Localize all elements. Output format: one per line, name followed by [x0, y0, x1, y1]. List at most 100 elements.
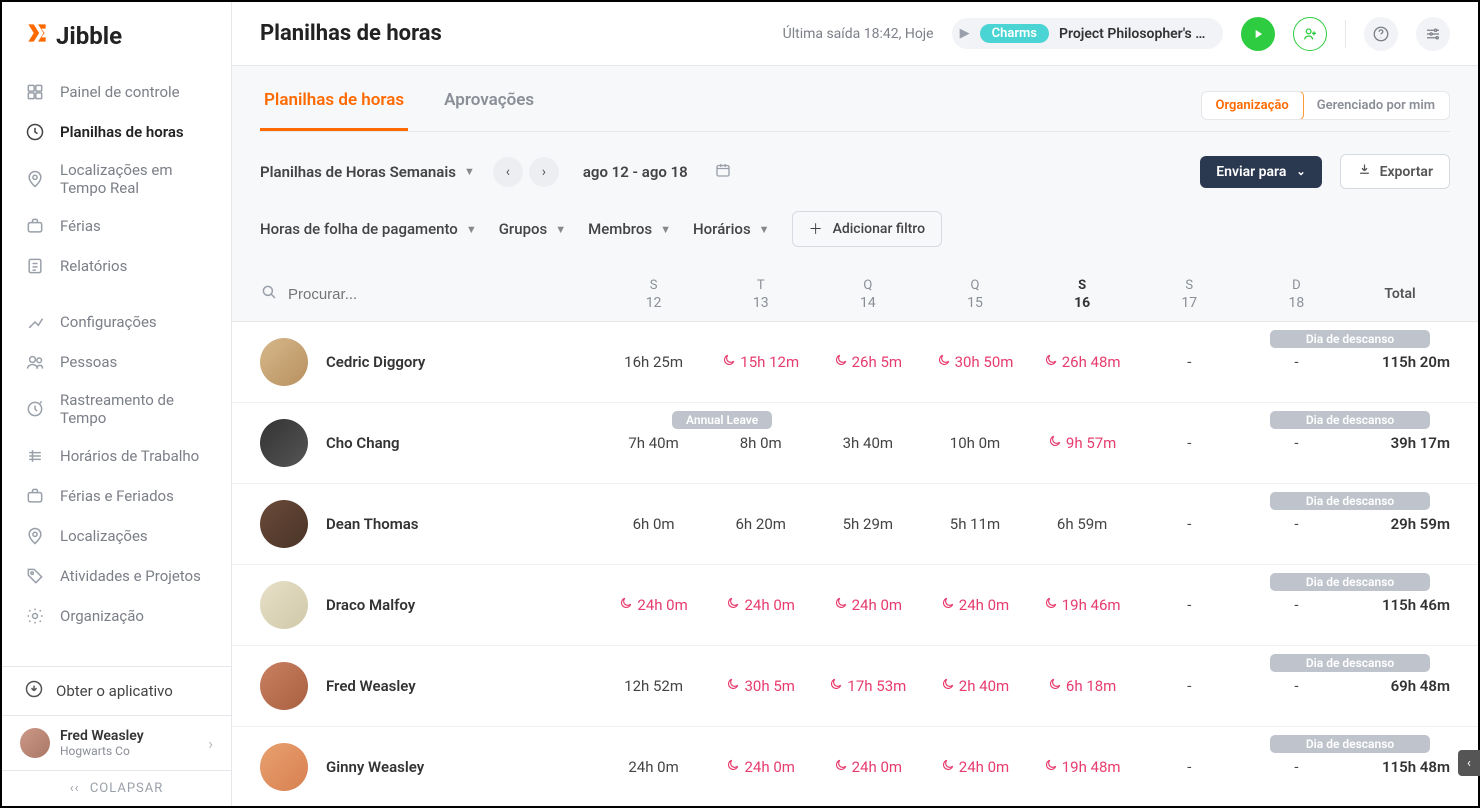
- hours-cell[interactable]: 24h 0m: [600, 596, 707, 614]
- person-cell: Draco Malfoy: [260, 581, 600, 629]
- hours-cell[interactable]: 2h 40m: [921, 677, 1028, 695]
- add-filter-button[interactable]: ＋ Adicionar filtro: [792, 211, 942, 247]
- hours-cell[interactable]: 12h 52m: [600, 677, 707, 695]
- project-selector[interactable]: ▶ Charms Project Philosopher's St...: [952, 18, 1223, 49]
- hours-cell[interactable]: 30h 5m: [707, 677, 814, 695]
- sidebar-item[interactable]: Férias e Feriados: [2, 476, 231, 516]
- day-column-header[interactable]: D18: [1243, 278, 1350, 311]
- tab-approvals[interactable]: Aprovações: [440, 80, 538, 131]
- help-button[interactable]: [1364, 17, 1398, 51]
- hours-cell[interactable]: 19h 48m: [1029, 758, 1136, 776]
- scope-toggle: Organização Gerenciado por mim: [1201, 91, 1450, 120]
- settings-button[interactable]: [1416, 17, 1450, 51]
- filter-payroll-hours[interactable]: Horas de folha de pagamento ▼: [260, 220, 477, 238]
- hours-cell[interactable]: 17h 53m: [814, 677, 921, 695]
- hours-cell[interactable]: 7h 40m: [600, 434, 707, 452]
- day-column-header[interactable]: S12: [600, 278, 707, 311]
- hours-cell[interactable]: -: [1243, 515, 1350, 533]
- get-app-button[interactable]: Obter o aplicativo: [2, 666, 231, 715]
- play-button[interactable]: [1241, 17, 1275, 51]
- filter-schedules[interactable]: Horários ▼: [693, 220, 770, 238]
- avatar: [20, 728, 50, 758]
- sidebar-item[interactable]: Relatórios: [2, 246, 231, 286]
- sidebar-item[interactable]: Pessoas: [2, 342, 231, 382]
- hours-cell[interactable]: 8h 0m: [707, 434, 814, 452]
- day-column-header[interactable]: S17: [1136, 278, 1243, 311]
- play-small-icon: ▶: [960, 26, 970, 41]
- send-to-button[interactable]: Enviar para ⌄: [1200, 156, 1321, 188]
- table-row[interactable]: Dia de descanso Dean Thomas 6h 0m6h 20m5…: [232, 484, 1478, 565]
- day-column-header[interactable]: T13: [707, 278, 814, 311]
- scope-organization[interactable]: Organização: [1201, 91, 1304, 120]
- hours-cell[interactable]: 24h 0m: [707, 758, 814, 776]
- day-column-header[interactable]: S16: [1029, 278, 1136, 311]
- hours-cell[interactable]: -: [1243, 353, 1350, 371]
- hours-cell[interactable]: 16h 25m: [600, 353, 707, 371]
- calendar-icon[interactable]: [714, 161, 732, 183]
- person-button[interactable]: [1293, 17, 1327, 51]
- sidebar-item[interactable]: Configurações: [2, 302, 231, 342]
- user-card[interactable]: Fred Weasley Hogwarts Co ›: [2, 715, 231, 770]
- sidebar-item[interactable]: Painel de controle: [2, 72, 231, 112]
- hours-cell[interactable]: 24h 0m: [814, 596, 921, 614]
- hours-cell[interactable]: 26h 5m: [814, 353, 921, 371]
- hours-cell[interactable]: 3h 40m: [814, 434, 921, 452]
- hours-cell[interactable]: 15h 12m: [707, 353, 814, 371]
- hours-cell[interactable]: 19h 46m: [1029, 596, 1136, 614]
- hours-cell[interactable]: 24h 0m: [707, 596, 814, 614]
- hours-cell[interactable]: -: [1243, 596, 1350, 614]
- day-column-header[interactable]: Q14: [814, 278, 921, 311]
- hours-cell[interactable]: 6h 59m: [1029, 515, 1136, 533]
- sidebar-item[interactable]: Planilhas de horas: [2, 112, 231, 152]
- hours-cell[interactable]: -: [1136, 515, 1243, 533]
- sidebar-item[interactable]: Férias: [2, 206, 231, 246]
- scope-managed[interactable]: Gerenciado por mim: [1303, 92, 1449, 119]
- sidebar-item[interactable]: Organização: [2, 596, 231, 636]
- hours-cell[interactable]: 6h 20m: [707, 515, 814, 533]
- table-row[interactable]: Dia de descanso Draco Malfoy 24h 0m24h 0…: [232, 565, 1478, 646]
- sidebar-item[interactable]: Rastreamento de Tempo: [2, 382, 231, 436]
- hours-cell[interactable]: 24h 0m: [921, 596, 1028, 614]
- hours-cell[interactable]: 9h 57m: [1029, 434, 1136, 452]
- table-row[interactable]: Dia de descanso Fred Weasley 12h 52m30h …: [232, 646, 1478, 727]
- table-row[interactable]: Dia de descanso Annual Leave Cho Chang 7…: [232, 403, 1478, 484]
- tab-timesheets[interactable]: Planilhas de horas: [260, 80, 408, 131]
- sidebar-item[interactable]: Atividades e Projetos: [2, 556, 231, 596]
- hours-cell[interactable]: 26h 48m: [1029, 353, 1136, 371]
- next-week-button[interactable]: ›: [529, 157, 559, 187]
- search-input[interactable]: [288, 286, 600, 303]
- period-select[interactable]: Planilhas de Horas Semanais ▼: [260, 163, 475, 181]
- day-column-header[interactable]: Q15: [921, 278, 1028, 311]
- user-org: Hogwarts Co: [60, 744, 198, 758]
- hours-cell[interactable]: -: [1136, 353, 1243, 371]
- hours-cell[interactable]: 10h 0m: [921, 434, 1028, 452]
- hours-cell[interactable]: -: [1243, 434, 1350, 452]
- hours-cell[interactable]: 24h 0m: [814, 758, 921, 776]
- hours-cell[interactable]: -: [1136, 758, 1243, 776]
- sidebar-item[interactable]: Horários de Trabalho: [2, 436, 231, 476]
- edge-collapse-tab[interactable]: ‹: [1458, 750, 1480, 776]
- sidebar-item[interactable]: Localizações em Tempo Real: [2, 152, 231, 206]
- logo[interactable]: Jibble: [2, 2, 231, 66]
- table-row[interactable]: Dia de descanso Ginny Weasley 24h 0m24h …: [232, 727, 1478, 806]
- export-button[interactable]: Exportar: [1340, 154, 1450, 189]
- prev-week-button[interactable]: ‹: [493, 157, 523, 187]
- hours-cell[interactable]: -: [1136, 677, 1243, 695]
- hours-cell[interactable]: 24h 0m: [921, 758, 1028, 776]
- hours-cell[interactable]: -: [1136, 434, 1243, 452]
- clock-icon: [24, 121, 46, 143]
- hours-cell[interactable]: -: [1243, 677, 1350, 695]
- filter-groups[interactable]: Grupos ▼: [499, 220, 566, 238]
- hours-cell[interactable]: 24h 0m: [600, 758, 707, 776]
- hours-cell[interactable]: -: [1136, 596, 1243, 614]
- hours-cell[interactable]: 30h 50m: [921, 353, 1028, 371]
- hours-cell[interactable]: 5h 29m: [814, 515, 921, 533]
- hours-cell[interactable]: -: [1243, 758, 1350, 776]
- sidebar-item[interactable]: Localizações: [2, 516, 231, 556]
- hours-cell[interactable]: 5h 11m: [921, 515, 1028, 533]
- collapse-button[interactable]: ‹‹ COLAPSAR: [2, 770, 231, 806]
- hours-cell[interactable]: 6h 18m: [1029, 677, 1136, 695]
- filter-members[interactable]: Membros ▼: [588, 220, 671, 238]
- hours-cell[interactable]: 6h 0m: [600, 515, 707, 533]
- table-row[interactable]: Dia de descanso Cedric Diggory 16h 25m15…: [232, 322, 1478, 403]
